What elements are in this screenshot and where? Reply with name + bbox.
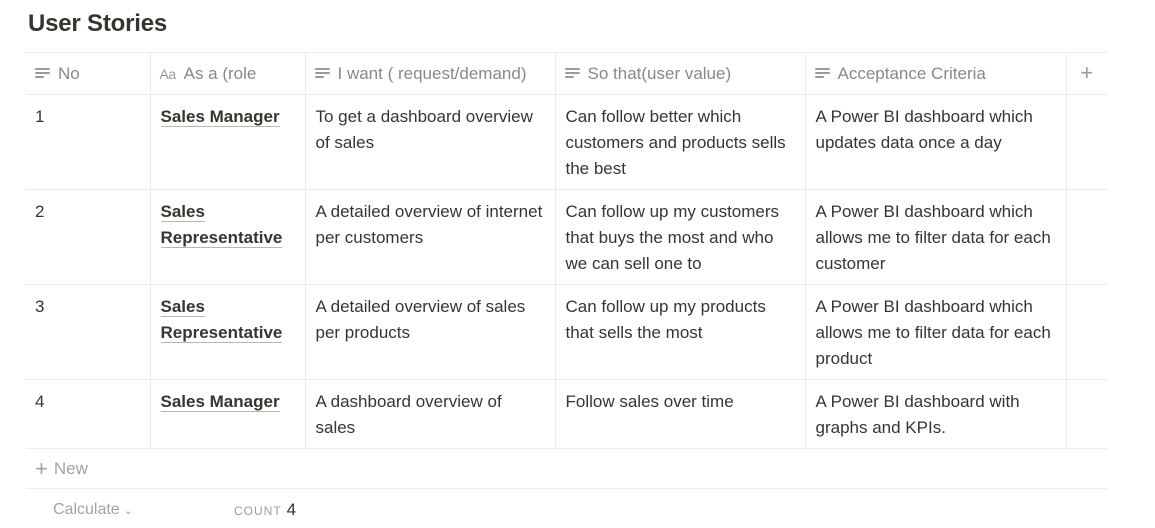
cell-want[interactable]: A dashboard overview of sales	[305, 379, 556, 449]
table-row: 3 Sales Representative A detailed overvi…	[26, 284, 1107, 380]
cell-acceptance[interactable]: A Power BI dashboard which updates data …	[805, 94, 1067, 190]
role-title-link[interactable]: Sales Representative	[160, 202, 283, 248]
cell-no[interactable]: 4	[26, 379, 151, 449]
role-title-link[interactable]: Sales Manager	[160, 392, 280, 412]
cell-empty	[1066, 95, 1107, 190]
column-header-no[interactable]: No	[26, 52, 151, 95]
column-header-role[interactable]: Aa As a (role	[150, 52, 306, 95]
cell-role[interactable]: Sales Manager	[150, 379, 306, 449]
cell-acceptance[interactable]: A Power BI dashboard with graphs and KPI…	[805, 379, 1067, 449]
cell-role[interactable]: Sales Representative	[150, 284, 306, 380]
cell-acceptance[interactable]: A Power BI dashboard which allows me to …	[805, 189, 1067, 285]
cell-no[interactable]: 3	[26, 284, 151, 380]
cell-role[interactable]: Sales Representative	[150, 189, 306, 285]
calculate-dropdown[interactable]: Calculate ⌄	[53, 501, 133, 519]
cell-role[interactable]: Sales Manager	[150, 94, 306, 190]
column-header-want[interactable]: I want ( request/demand)	[305, 52, 556, 95]
column-header-acceptance[interactable]: Acceptance Criteria	[805, 52, 1067, 95]
calculation-footer: Calculate ⌄ COUNT 4	[26, 489, 1107, 528]
column-header-label: Acceptance Criteria	[837, 63, 986, 83]
new-row-button[interactable]: + New	[26, 449, 1107, 489]
count-value: 4	[286, 500, 297, 519]
new-row-label: New	[53, 458, 88, 478]
column-header-label: I want ( request/demand)	[337, 63, 527, 83]
cell-empty	[1066, 380, 1107, 449]
cell-no[interactable]: 1	[26, 94, 151, 190]
column-header-label: As a (role	[183, 63, 257, 83]
cell-so-that[interactable]: Can follow up my customers that buys the…	[555, 189, 806, 285]
text-lines-icon	[35, 67, 50, 80]
cell-no[interactable]: 2	[26, 189, 151, 285]
cell-so-that[interactable]: Can follow better which customers and pr…	[555, 94, 806, 190]
role-title-link[interactable]: Sales Manager	[160, 107, 280, 127]
header-row: No Aa As a (role I want ( request/demand…	[26, 52, 1107, 95]
column-header-label: No	[58, 63, 80, 83]
count-summary[interactable]: COUNT 4	[234, 500, 296, 520]
role-title-link[interactable]: Sales Representative	[160, 297, 283, 343]
text-lines-icon	[314, 67, 330, 80]
text-lines-icon	[814, 67, 830, 80]
plus-icon: +	[35, 455, 48, 481]
cell-so-that[interactable]: Follow sales over time	[555, 379, 806, 449]
plus-icon: +	[1080, 60, 1094, 85]
cell-empty	[1066, 285, 1107, 380]
chevron-down-icon: ⌄	[123, 504, 133, 517]
table-row: 4 Sales Manager A dashboard overview of …	[26, 379, 1107, 449]
cell-so-that[interactable]: Can follow up my products that sells the…	[555, 284, 806, 380]
cell-empty	[1066, 190, 1107, 285]
cell-want[interactable]: To get a dashboard overview of sales	[305, 94, 556, 190]
column-header-so-that[interactable]: So that(user value)	[555, 52, 806, 95]
page-title: User Stories	[28, 10, 167, 37]
cell-want[interactable]: A detailed overview of sales per product…	[305, 284, 556, 380]
count-label: COUNT	[234, 504, 282, 518]
table-row: 2 Sales Representative A detailed overvi…	[26, 189, 1107, 285]
cell-acceptance[interactable]: A Power BI dashboard which allows me to …	[805, 284, 1067, 380]
database-table: No Aa As a (role I want ( request/demand…	[26, 52, 1107, 528]
table-row: 1 Sales Manager To get a dashboard overv…	[26, 94, 1107, 190]
title-aa-icon: Aa	[159, 65, 177, 82]
column-header-label: So that(user value)	[587, 63, 732, 83]
calculate-label: Calculate	[53, 501, 120, 518]
text-lines-icon	[564, 67, 580, 80]
add-column-button[interactable]: +	[1066, 53, 1107, 95]
cell-want[interactable]: A detailed overview of internet per cust…	[305, 189, 556, 285]
